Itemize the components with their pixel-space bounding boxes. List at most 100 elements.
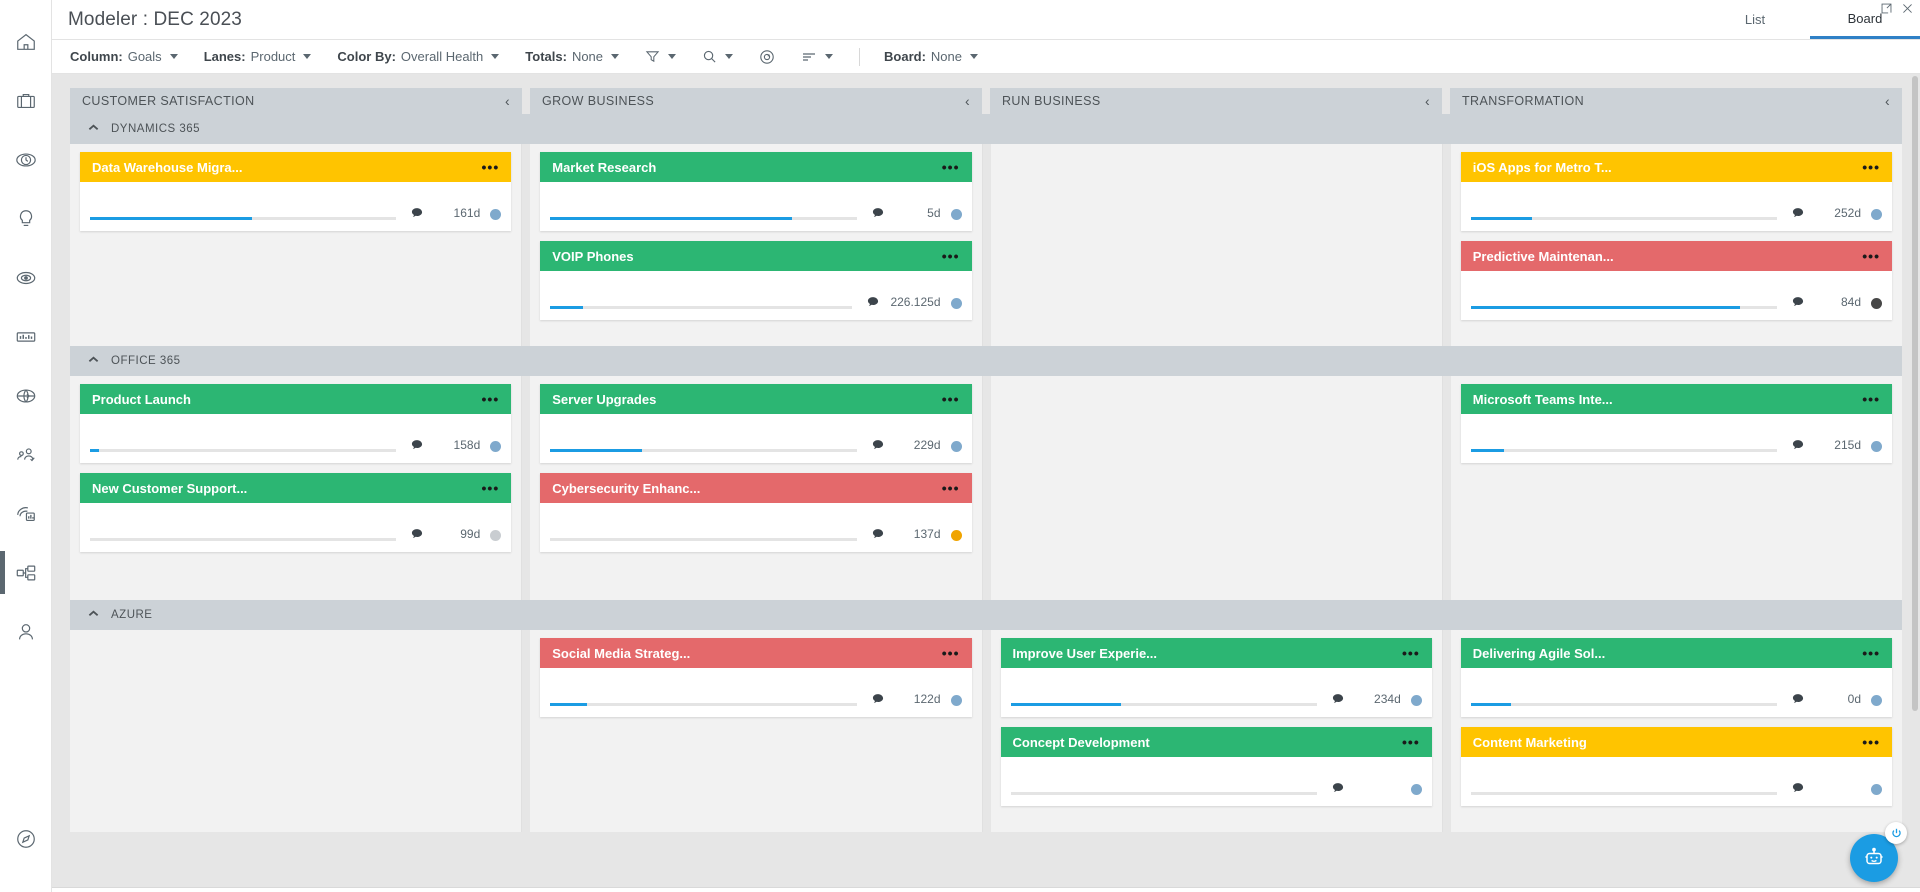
card-overflow-menu-icon[interactable]: ••• [482, 160, 500, 174]
project-card[interactable]: Server Upgrades ••• 229d [540, 384, 972, 463]
chevron-left-icon[interactable]: ‹ [1425, 94, 1430, 108]
project-card-header[interactable]: iOS Apps for Metro T... ••• [1460, 152, 1892, 182]
project-card[interactable]: Content Marketing ••• [1460, 727, 1892, 806]
card-overflow-menu-icon[interactable]: ••• [1402, 735, 1420, 749]
board-selector[interactable]: Board: None [884, 49, 978, 64]
project-card-header[interactable]: Market Research ••• [540, 152, 972, 182]
project-card-header[interactable]: VOIP Phones ••• [540, 241, 972, 271]
card-overflow-menu-icon[interactable]: ••• [482, 481, 500, 495]
card-overflow-menu-icon[interactable]: ••• [1862, 735, 1880, 749]
project-card-header[interactable]: Microsoft Teams Inte... ••• [1460, 384, 1892, 414]
chevron-up-icon[interactable] [88, 609, 99, 621]
comment-icon[interactable] [1791, 295, 1805, 309]
board-vertical-scrollbar[interactable] [1912, 76, 1918, 890]
chart-icon[interactable] [0, 307, 52, 366]
project-card[interactable]: New Customer Support... ••• 99d [80, 473, 512, 552]
column-header-customer-satisfaction[interactable]: CUSTOMER SATISFACTION ‹ [70, 88, 522, 114]
person-icon[interactable] [0, 602, 52, 661]
card-overflow-menu-icon[interactable]: ••• [942, 160, 960, 174]
project-card[interactable]: Data Warehouse Migra... ••• 161d [80, 152, 512, 231]
gauge-control[interactable] [759, 49, 775, 65]
card-overflow-menu-icon[interactable]: ••• [1862, 160, 1880, 174]
comment-icon[interactable] [1791, 692, 1805, 706]
comment-icon[interactable] [1791, 206, 1805, 220]
project-card[interactable]: Microsoft Teams Inte... ••• 215d [1460, 384, 1892, 463]
sort-control[interactable] [801, 49, 834, 65]
project-card-header[interactable]: Social Media Strateg... ••• [540, 638, 972, 668]
project-card[interactable]: Predictive Maintenan... ••• 84d [1460, 241, 1892, 320]
lightbulb-icon[interactable] [0, 189, 52, 248]
project-card[interactable]: iOS Apps for Metro T... ••• 252d [1460, 152, 1892, 231]
comment-icon[interactable] [1791, 438, 1805, 452]
project-card-header[interactable]: Predictive Maintenan... ••• [1460, 241, 1892, 271]
report-icon[interactable] [0, 484, 52, 543]
column-header-transformation[interactable]: TRANSFORMATION ‹ [1450, 88, 1902, 114]
project-card-header[interactable]: Improve User Experie... ••• [1000, 638, 1432, 668]
home-icon[interactable] [0, 12, 52, 71]
compass-icon[interactable] [0, 809, 52, 868]
comment-icon[interactable] [1331, 781, 1345, 795]
comment-icon[interactable] [410, 206, 424, 220]
swimlane-header-dynamics-365[interactable]: DYNAMICS 365 [70, 114, 1902, 144]
column-selector[interactable]: Column: Goals [70, 49, 178, 64]
comment-icon[interactable] [1791, 781, 1805, 795]
totals-selector[interactable]: Totals: None [525, 49, 620, 64]
card-overflow-menu-icon[interactable]: ••• [942, 249, 960, 263]
project-card-header[interactable]: Delivering Agile Sol... ••• [1460, 638, 1892, 668]
card-overflow-menu-icon[interactable]: ••• [1402, 646, 1420, 660]
comment-icon[interactable] [1331, 692, 1345, 706]
column-header-run-business[interactable]: RUN BUSINESS ‹ [990, 88, 1442, 114]
tab-list[interactable]: List [1700, 0, 1810, 39]
swimlane-header-azure[interactable]: AZURE [70, 600, 1902, 630]
globe-icon[interactable] [0, 366, 52, 425]
target-icon[interactable] [0, 248, 52, 307]
color-by-selector[interactable]: Color By: Overall Health [337, 49, 500, 64]
chevron-left-icon[interactable]: ‹ [1885, 94, 1890, 108]
project-card-header[interactable]: Concept Development ••• [1000, 727, 1432, 757]
filter-control[interactable] [645, 49, 677, 64]
comment-icon[interactable] [410, 527, 424, 541]
project-card[interactable]: Improve User Experie... ••• 234d [1000, 638, 1432, 717]
project-card[interactable]: Social Media Strateg... ••• 122d [540, 638, 972, 717]
project-card-header[interactable]: New Customer Support... ••• [80, 473, 512, 503]
lanes-selector[interactable]: Lanes: Product [204, 49, 312, 64]
card-overflow-menu-icon[interactable]: ••• [942, 481, 960, 495]
modeler-icon[interactable] [0, 543, 52, 602]
card-overflow-menu-icon[interactable]: ••• [1862, 249, 1880, 263]
project-card-header[interactable]: Product Launch ••• [80, 384, 512, 414]
comment-icon[interactable] [871, 438, 885, 452]
comment-icon[interactable] [410, 438, 424, 452]
close-icon[interactable] [1901, 2, 1914, 19]
project-card-header[interactable]: Server Upgrades ••• [540, 384, 972, 414]
chevron-up-icon[interactable] [88, 123, 99, 135]
project-card[interactable]: Market Research ••• 5d [540, 152, 972, 231]
card-overflow-menu-icon[interactable]: ••• [1862, 646, 1880, 660]
project-card[interactable]: Product Launch ••• 158d [80, 384, 512, 463]
briefcase-icon[interactable] [0, 71, 52, 130]
project-card[interactable]: Cybersecurity Enhanc... ••• 137d [540, 473, 972, 552]
project-card[interactable]: Delivering Agile Sol... ••• 0d [1460, 638, 1892, 717]
card-overflow-menu-icon[interactable]: ••• [942, 392, 960, 406]
card-overflow-menu-icon[interactable]: ••• [482, 392, 500, 406]
chevron-up-icon[interactable] [88, 355, 99, 367]
swimlane-header-office-365[interactable]: OFFICE 365 [70, 346, 1902, 376]
card-overflow-menu-icon[interactable]: ••• [1862, 392, 1880, 406]
search-control[interactable] [702, 49, 734, 64]
project-card-header[interactable]: Content Marketing ••• [1460, 727, 1892, 757]
card-overflow-menu-icon[interactable]: ••• [942, 646, 960, 660]
clock-icon[interactable] [0, 130, 52, 189]
comment-icon[interactable] [871, 527, 885, 541]
restore-icon[interactable] [1880, 2, 1893, 19]
people-icon[interactable] [0, 425, 52, 484]
chevron-left-icon[interactable]: ‹ [505, 94, 510, 108]
comment-icon[interactable] [866, 295, 880, 309]
project-card-header[interactable]: Cybersecurity Enhanc... ••• [540, 473, 972, 503]
power-button[interactable] [1885, 822, 1907, 844]
chevron-left-icon[interactable]: ‹ [965, 94, 970, 108]
column-header-grow-business[interactable]: GROW BUSINESS ‹ [530, 88, 982, 114]
comment-icon[interactable] [871, 692, 885, 706]
comment-icon[interactable] [871, 206, 885, 220]
project-card-header[interactable]: Data Warehouse Migra... ••• [80, 152, 512, 182]
project-card[interactable]: VOIP Phones ••• 226.125d [540, 241, 972, 320]
project-card[interactable]: Concept Development ••• [1000, 727, 1432, 806]
